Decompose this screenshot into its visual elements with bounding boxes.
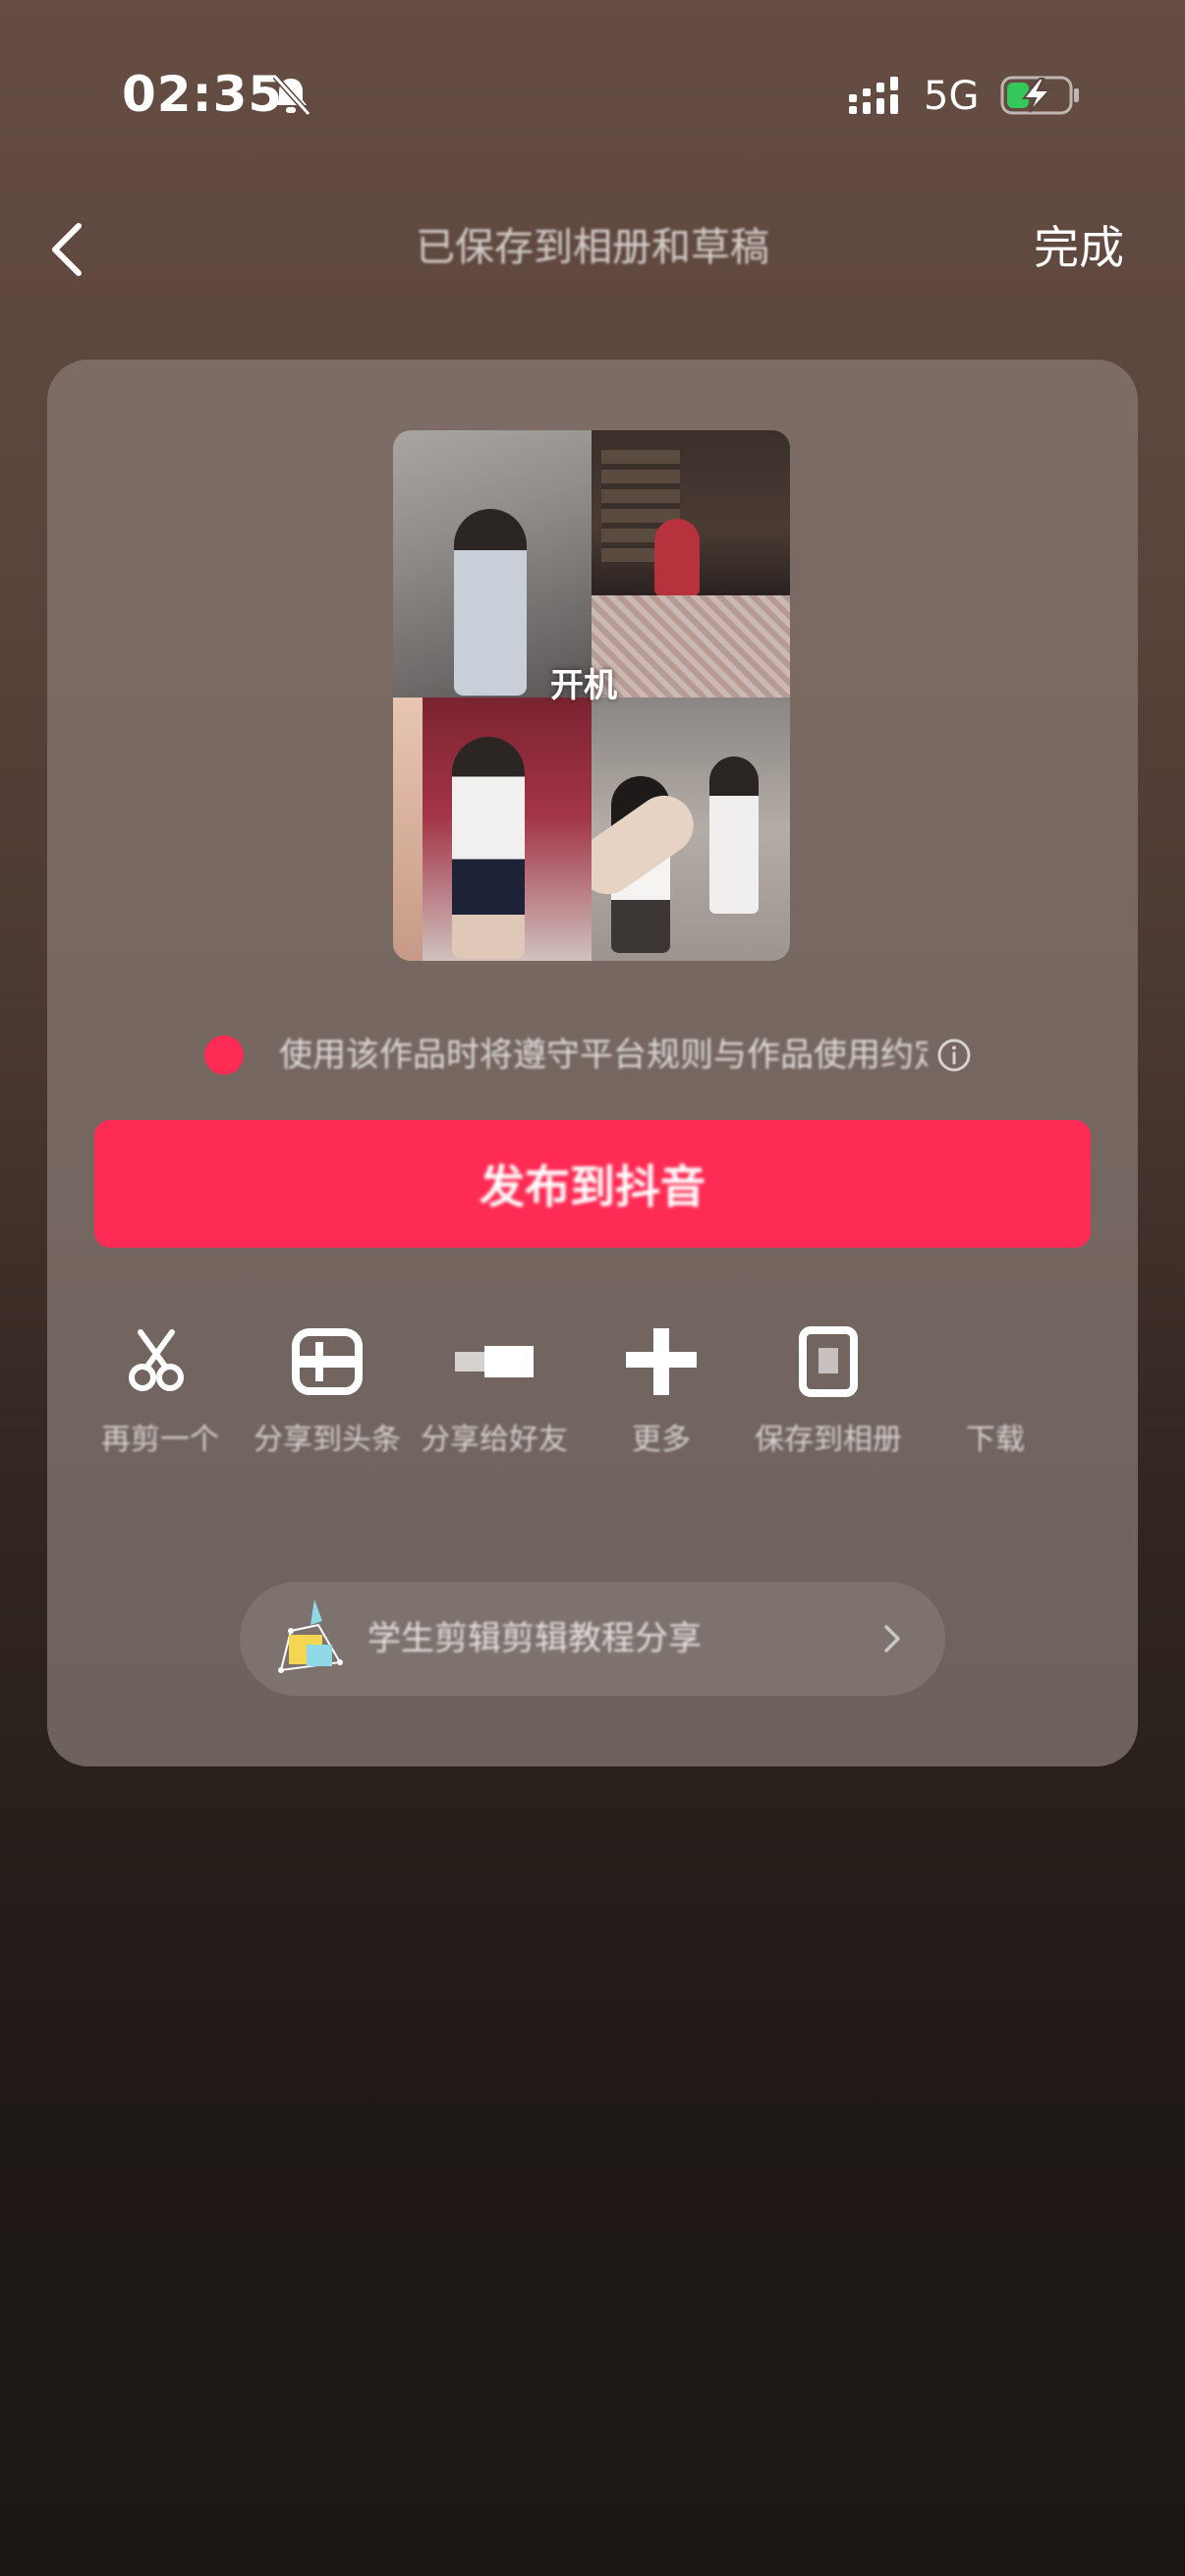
action-download[interactable]: 下载 (922, 1322, 1069, 1470)
promo-banner[interactable]: 学生剪辑剪辑教程分享 (240, 1582, 945, 1696)
status-time: 02:35 (122, 66, 284, 123)
action-label: 再剪一个 (101, 1423, 219, 1457)
action-share-friend[interactable]: 分享给好友 (421, 1322, 568, 1470)
preview-overlay-text: 开机 (550, 666, 617, 705)
action-label: 分享给好友 (421, 1423, 568, 1457)
plus-icon (626, 1328, 697, 1395)
publish-button-label: 发布到抖音 (480, 1160, 705, 1213)
network-label: 5G (924, 74, 980, 119)
back-button[interactable] (37, 210, 96, 289)
frame-icon (292, 1328, 363, 1395)
action-label: 保存到相册 (755, 1423, 902, 1457)
action-label: 分享到头条 (254, 1423, 401, 1457)
save-icon (799, 1326, 858, 1397)
done-button[interactable]: 完成 (1034, 216, 1124, 279)
action-label: 下载 (966, 1423, 1025, 1457)
action-recut[interactable]: 再剪一个 (86, 1322, 234, 1470)
action-share-toutiao[interactable]: 分享到头条 (254, 1322, 401, 1470)
action-save[interactable]: 保存到相册 (755, 1322, 902, 1470)
preview-photo-2 (592, 430, 790, 595)
promo-sticker-icon (278, 1599, 343, 1673)
preview-photo-5 (592, 698, 790, 961)
share-bar-icon (455, 1346, 534, 1377)
hint-dot (204, 1036, 244, 1075)
info-circle-icon[interactable] (935, 1036, 973, 1074)
preview-photo-3 (592, 595, 790, 698)
preview-photo-1 (393, 430, 592, 698)
bell-muted-icon (272, 74, 311, 117)
hint-row: 使用该作品时将遵守平台规则与作品使用约定 (204, 1032, 1030, 1079)
publish-button[interactable]: 发布到抖音 (94, 1120, 1091, 1248)
action-row: 再剪一个 分享到头条 分享给好友 更多 保存到相册 下载 (86, 1322, 1099, 1470)
promo-text: 学生剪辑剪辑教程分享 (367, 1619, 702, 1658)
chevron-left-icon (52, 223, 82, 276)
action-label: 更多 (632, 1423, 691, 1457)
battery-charging-icon (1000, 76, 1079, 115)
page-title: 已保存到相册和草稿 (416, 225, 769, 270)
status-bar: 02:35 5G (0, 0, 1185, 147)
chevron-right-icon (884, 1625, 900, 1652)
video-preview[interactable]: 开机 (393, 430, 790, 961)
hint-text: 使用该作品时将遵守平台规则与作品使用约定 (279, 1036, 928, 1075)
preview-photo-4 (393, 698, 592, 961)
publish-card: 开机 使用该作品时将遵守平台规则与作品使用约定 发布到抖音 再剪一个 分享到头条… (47, 360, 1138, 1766)
scissors-icon (129, 1329, 184, 1391)
signal-icon (849, 77, 898, 114)
action-more[interactable]: 更多 (588, 1322, 735, 1470)
